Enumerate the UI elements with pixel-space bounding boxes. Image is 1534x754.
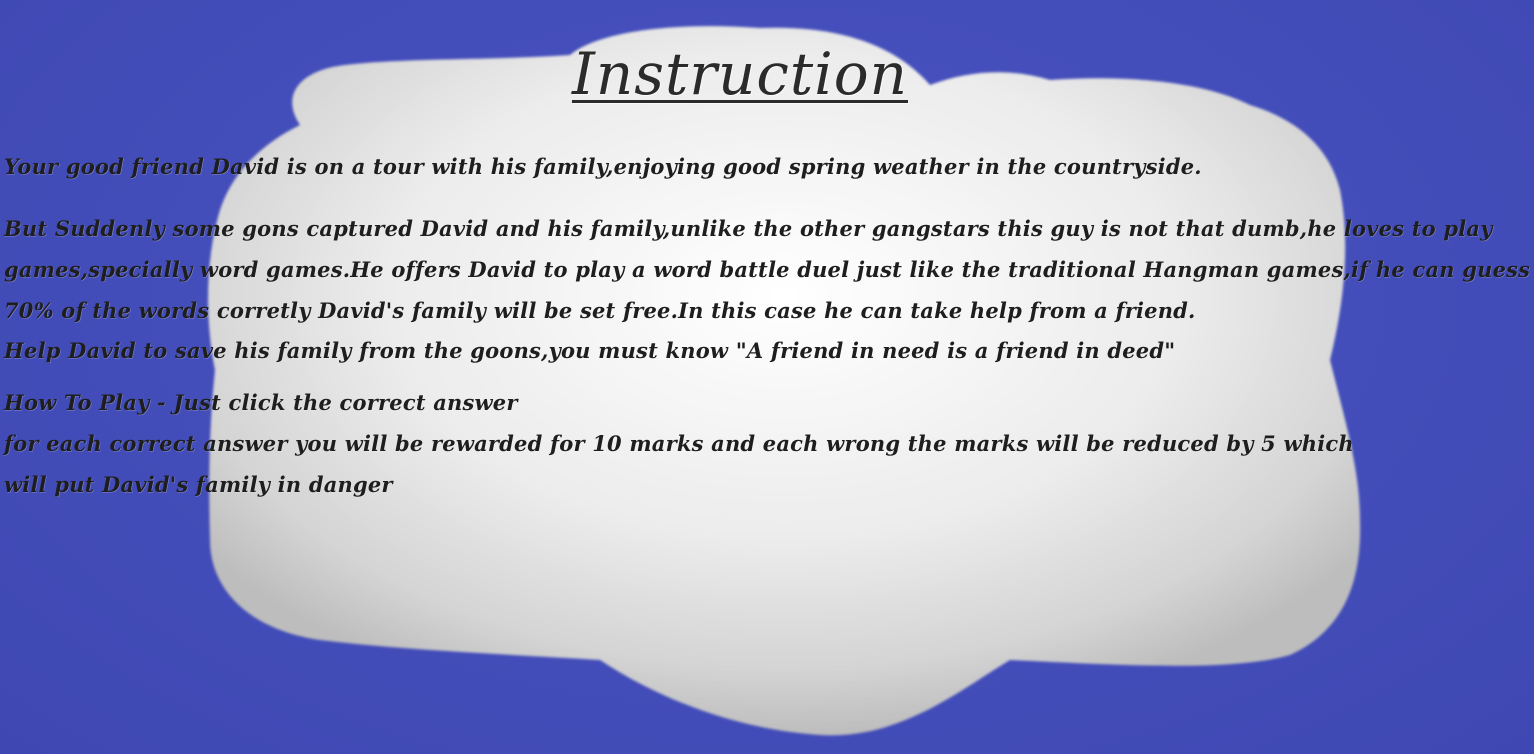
plea-line: Help David to save his family from the g… — [4, 338, 1176, 363]
story-line-2: games,specially word games.He offers Dav… — [4, 257, 1531, 282]
plea-paragraph: Help David to save his family from the g… — [4, 330, 1175, 371]
story-line-1: But Suddenly some gons captured David an… — [4, 216, 1493, 241]
how-to-play-paragraph: How To Play - Just click the correct ans… — [4, 382, 1354, 505]
story-paragraph: But Suddenly some gons captured David an… — [4, 208, 1530, 331]
story-line-3: 70% of the words corretly David's family… — [4, 298, 1196, 323]
how-to-line-1: How To Play - Just click the correct ans… — [4, 390, 518, 415]
intro-paragraph: Your good friend David is on a tour with… — [4, 146, 1202, 187]
how-to-line-3: will put David's family in danger — [4, 472, 393, 497]
how-to-line-2: for each correct answer you will be rewa… — [4, 431, 1354, 456]
intro-line: Your good friend David is on a tour with… — [4, 154, 1202, 179]
instruction-title: Instruction — [571, 40, 909, 108]
cloud-panel — [208, 26, 1361, 736]
